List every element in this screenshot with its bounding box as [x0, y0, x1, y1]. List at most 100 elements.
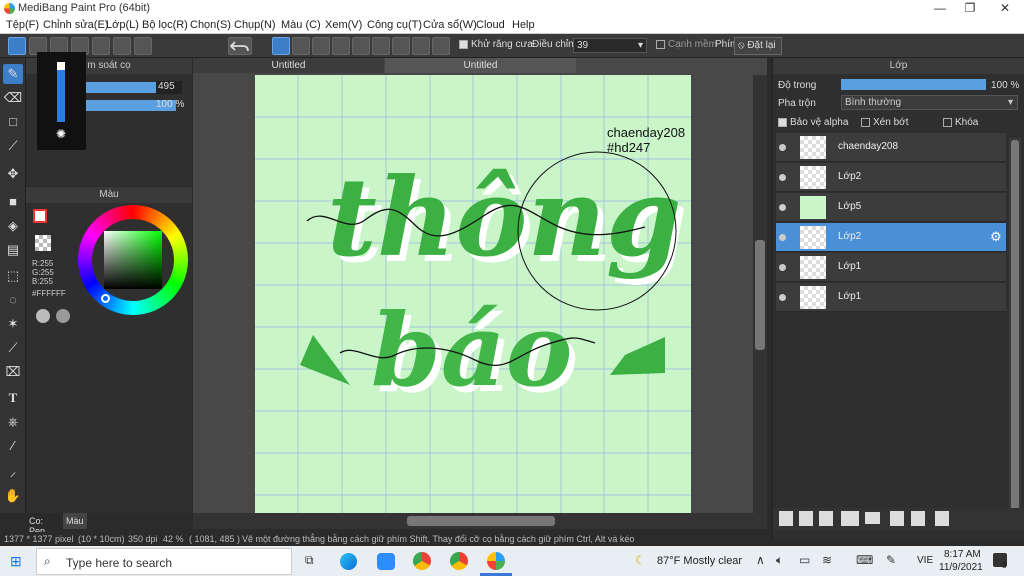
add-layer-menu-icon[interactable] [841, 511, 859, 526]
new-layer-icon[interactable] [779, 511, 793, 526]
select-pen-icon[interactable]: ⟋ [3, 338, 23, 358]
size-popup-slider[interactable] [57, 62, 65, 122]
maximize-button[interactable]: ❐ [955, 0, 985, 17]
battery-icon[interactable]: ▭ [799, 553, 810, 567]
taskbar-search[interactable]: ⌕ Type here to search [36, 548, 292, 575]
layer-row[interactable]: Lớp5 [776, 193, 1006, 222]
concentric-icon[interactable] [372, 37, 390, 55]
menu-view[interactable]: Xem(V) [325, 19, 362, 31]
chevron-up-icon[interactable]: ∧ [756, 553, 765, 567]
text-tool-icon[interactable]: T [3, 388, 23, 408]
lasso-icon[interactable]: ◌ [3, 290, 23, 310]
windows-start-icon[interactable]: ⊞ [10, 553, 22, 570]
task-view-icon[interactable]: ⧉ [305, 553, 314, 568]
layer-opacity-slider[interactable] [841, 79, 986, 90]
circle-icon[interactable] [412, 37, 430, 55]
minimize-button[interactable]: — [925, 0, 955, 17]
menu-select[interactable]: Chọn(S) [190, 19, 231, 31]
zoom-app-icon[interactable] [377, 553, 395, 570]
chrome-icon[interactable] [413, 552, 431, 570]
select-eraser-icon[interactable]: ⌧ [3, 362, 23, 382]
grid-snap-icon[interactable] [312, 37, 330, 55]
eyedropper-icon[interactable]: ⁄ [3, 436, 23, 456]
menu-tools[interactable]: Công cụ(T) [367, 19, 422, 31]
lock-checkbox[interactable]: Khóa [943, 117, 978, 128]
radial-icon[interactable] [352, 37, 370, 55]
eye-icon[interactable] [779, 294, 786, 301]
hand-tool-icon[interactable]: ✋ [3, 486, 23, 506]
move-tool-icon[interactable]: ✥ [3, 164, 23, 184]
select-rect-icon[interactable]: ⬚ [3, 266, 23, 286]
menu-filter[interactable]: Bộ lọc(R) [142, 19, 188, 31]
gear-icon[interactable]: ⚙ [990, 229, 1002, 245]
reset-button[interactable]: ⦸ Đặt lại [734, 37, 782, 55]
eye-icon[interactable] [779, 144, 786, 151]
brush-tool-icon[interactable]: ✎ [3, 64, 23, 84]
foreground-color-swatch[interactable] [33, 209, 47, 223]
menu-help[interactable]: Help [512, 19, 535, 31]
soft-edge-checkbox[interactable]: Cạnh mềm [656, 39, 717, 50]
speaker-icon[interactable]: 🔈︎ [776, 553, 783, 568]
palette-add-icon[interactable] [56, 309, 70, 323]
weather-text[interactable]: 87°F Mostly clear [657, 555, 742, 567]
medibang-app-icon[interactable] [487, 552, 505, 570]
transparent-color-swatch[interactable] [35, 235, 51, 251]
parallel-lines-icon[interactable] [292, 37, 310, 55]
tab-brush[interactable]: Co: Pen [26, 513, 62, 536]
layer-row[interactable]: Lớp1 [776, 253, 1006, 282]
tab-untitled-1[interactable]: Untitled [193, 58, 384, 73]
folder-icon[interactable] [865, 512, 880, 524]
menu-edit[interactable]: Chỉnh sửa(E) [43, 19, 108, 31]
menu-file[interactable]: Tệp(F) [6, 19, 39, 31]
tab-color[interactable]: Màu [63, 513, 87, 529]
saturation-value-square[interactable] [104, 231, 162, 289]
divide-tool-icon[interactable]: ⎈ [3, 412, 23, 432]
export-icon[interactable] [134, 37, 152, 55]
layer-row-selected[interactable]: Lớp2 ⚙ [776, 223, 1006, 252]
tab-untitled-2[interactable]: Untitled [385, 58, 576, 73]
menu-snap[interactable]: Chụp(N) [234, 19, 276, 31]
color-picker-handle[interactable] [101, 294, 110, 303]
eraser-tool-icon[interactable]: ⌫ [3, 88, 23, 108]
palette-icon[interactable] [36, 309, 50, 323]
horizontal-scroll-thumb[interactable] [407, 516, 555, 526]
new-8bit-layer-icon[interactable] [819, 511, 833, 526]
duplicate-layer-icon[interactable] [890, 511, 904, 526]
delete-layer-icon[interactable] [935, 511, 949, 526]
clock-date[interactable]: 11/9/2021 [939, 562, 983, 573]
wifi-icon[interactable]: ≋ [822, 553, 832, 567]
bucket-icon[interactable]: ◈ [3, 216, 23, 236]
cloud-icon[interactable] [8, 37, 26, 55]
drawing-canvas[interactable]: thông thông báo báo chaenday208 #hd247 [255, 75, 691, 513]
dropper2-icon[interactable]: ⸝ [3, 462, 23, 482]
menu-cloud[interactable]: Cloud [476, 19, 505, 31]
antialias-checkbox[interactable]: Khử răng cưa [459, 39, 533, 50]
eye-icon[interactable] [779, 234, 786, 241]
layer-scroll-thumb[interactable] [1011, 140, 1019, 510]
adjust-select[interactable]: 39 ▾ [573, 38, 647, 53]
protect-alpha-checkbox[interactable]: Bảo vệ alpha [778, 117, 848, 128]
vertical-scrollbar[interactable] [753, 75, 767, 513]
no-shape-icon[interactable] [272, 37, 290, 55]
size-value[interactable]: 495 [156, 81, 182, 94]
layer-row[interactable]: Lớp2 [776, 163, 1006, 192]
merge-layer-icon[interactable] [911, 511, 925, 526]
document-icon[interactable] [92, 37, 110, 55]
keyboard-icon[interactable]: ⌨ [856, 553, 873, 567]
menu-color[interactable]: Màu (C) [281, 19, 321, 31]
horizontal-scrollbar[interactable] [193, 513, 767, 529]
edge-browser-icon[interactable] [340, 553, 357, 570]
brush-size-popup[interactable]: ✺ [37, 52, 86, 150]
language-indicator[interactable]: VIE [917, 555, 933, 566]
clock-time[interactable]: 8:17 AM [944, 549, 981, 560]
undo-icon[interactable] [228, 37, 252, 55]
blend-select[interactable]: Bình thường ▾ [841, 95, 1018, 110]
fill-rect-icon[interactable]: ■ [3, 192, 23, 212]
new-halftone-layer-icon[interactable] [799, 511, 813, 526]
vanishing-point-icon[interactable] [332, 37, 350, 55]
menu-layer[interactable]: Lớp(L) [106, 19, 139, 31]
rectangle-select-icon[interactable]: □ [3, 112, 23, 132]
pen-icon[interactable]: ✎ [886, 553, 896, 567]
layer-row[interactable]: chaenday208 [776, 133, 1006, 162]
settings-icon[interactable] [432, 37, 450, 55]
